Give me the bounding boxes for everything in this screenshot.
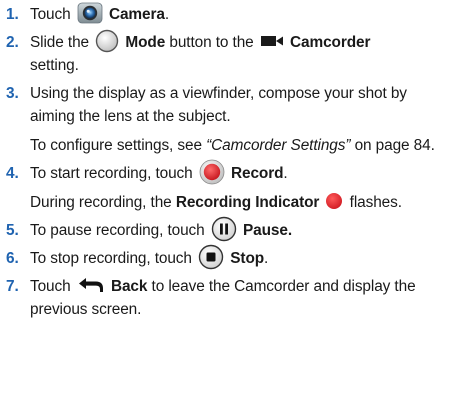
subnote-text-end: flashes. [349,194,402,211]
step-2: 2. Slide the Mode button to the Camcorde… [6,29,453,77]
step-body: Touch Back to leave the Camcorder and di… [30,275,453,321]
step-subnote: During recording, the Recording Indicato… [30,191,453,214]
mode-slider-icon [95,29,119,53]
cross-reference-link[interactable]: “Camcorder Settings” [206,137,350,154]
step-text: To start recording, touch [30,165,193,182]
step-text: Touch [30,6,71,23]
step-text-end: . [283,165,288,182]
step-body: Touch Camera. [30,2,453,26]
step-text-end: . [164,6,170,23]
step-text: Using the display as a viewfinder, compo… [30,85,407,125]
step-text: Slide the [30,34,89,51]
step-1: 1. Touch Camera. [6,2,453,26]
instruction-page: 1. Touch Camera. 2. Slide the Mode butto… [0,0,459,409]
steps-list: 1. Touch Camera. 2. Slide the Mode butto… [6,2,453,321]
step-subnote: To configure settings, see “Camcorder Se… [30,134,453,157]
step-number: 7. [6,278,19,295]
step-number: 2. [6,34,19,51]
step-3: 3. Using the display as a viewfinder, co… [6,82,453,157]
step-body: To start recording, touch Record. During… [30,159,453,214]
step-number: 4. [6,165,19,182]
step-body: Slide the Mode button to the Camcorder s… [30,29,453,77]
step-text: To stop recording, touch [30,250,192,267]
record-button-icon [199,159,225,185]
step-number: 6. [6,250,19,267]
step-4: 4. To start recording, touch Record. Dur… [6,159,453,214]
step-text: button to the [169,34,254,51]
step-7: 7. Touch Back to leave the Camcorder and… [6,275,453,321]
camcorder-icon [260,34,284,48]
step-bold-term: Mode [125,34,166,51]
step-6: 6. To stop recording, touch Stop. [6,244,453,270]
step-body: To pause recording, touch Pause. [30,216,453,242]
step-bold-term: Record [230,165,284,182]
step-text: Touch [30,278,71,295]
step-body: To stop recording, touch Stop. [30,244,453,270]
step-bold-term: Camera [108,6,165,23]
recording-indicator-icon [325,192,343,210]
back-arrow-icon [77,276,105,294]
subnote-bold-term: Recording Indicator [175,194,320,211]
step-number: 3. [6,85,19,102]
step-body: Using the display as a viewfinder, compo… [30,82,453,157]
step-number: 1. [6,6,19,23]
step-text-end: setting. [30,57,79,74]
subnote-text: To configure settings, see [30,137,202,154]
step-5: 5. To pause recording, touch Pause. [6,216,453,242]
pause-button-icon [211,216,237,242]
step-bold-term: Back [110,278,148,295]
step-bold-term: Pause. [242,222,293,239]
step-bold-term: Stop [230,250,265,267]
stop-button-icon [198,244,224,270]
step-text-end: . [264,250,269,267]
step-bold-term: Camcorder [290,34,371,51]
subnote-text: During recording, the [30,194,172,211]
step-text: To pause recording, touch [30,222,205,239]
subnote-text-end: on page 84. [354,137,435,154]
step-number: 5. [6,222,19,239]
camera-app-icon [77,2,103,24]
